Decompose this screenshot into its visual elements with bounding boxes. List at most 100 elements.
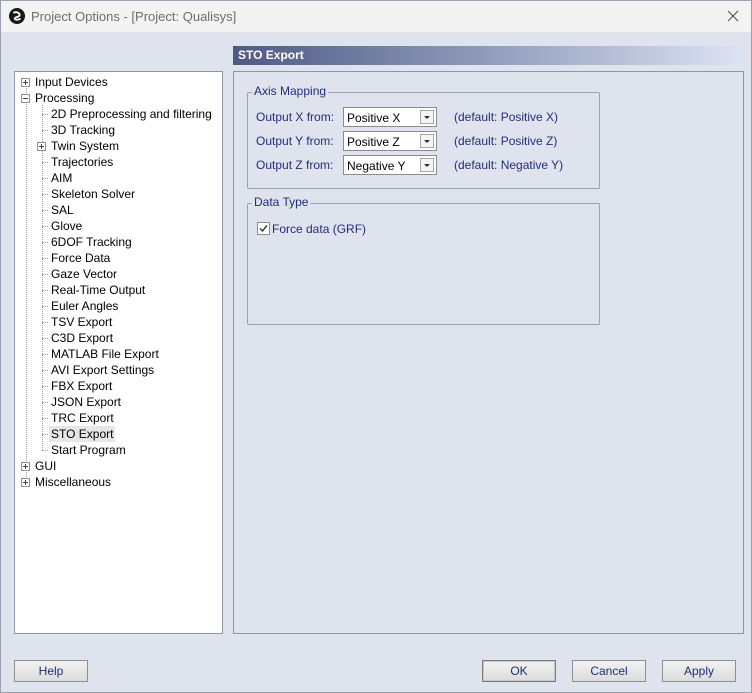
tree-item[interactable]: STO Export <box>42 426 116 442</box>
tree-item[interactable]: 2D Preprocessing and filtering <box>42 106 214 122</box>
tree-connector <box>42 114 48 115</box>
tree-item[interactable]: 3D Tracking <box>42 122 117 138</box>
tree-item-label: 6DOF Tracking <box>51 235 132 249</box>
tree-connector <box>42 274 48 275</box>
chevron-down-icon[interactable] <box>420 110 434 124</box>
checkmark-icon <box>259 225 268 233</box>
tree-item-label: Real-Time Output <box>51 283 146 297</box>
tree-item-label: Input Devices <box>35 75 108 89</box>
tree-item[interactable]: Gaze Vector <box>42 266 119 282</box>
tree-connector <box>42 162 48 163</box>
tree-item-label: C3D Export <box>51 331 114 345</box>
close-icon[interactable] <box>719 1 749 31</box>
data-type-title: Data Type <box>252 195 311 209</box>
window-title: Project Options - [Project: Qualisys] <box>31 9 237 24</box>
tree-connector <box>42 306 48 307</box>
output-z-label: Output Z from: <box>256 158 334 172</box>
tree-item-label: Processing <box>35 91 95 105</box>
tree-connector <box>42 226 48 227</box>
axis-mapping-title: Axis Mapping <box>252 84 329 98</box>
output-y-value: Positive Z <box>347 135 400 149</box>
tree-connector <box>42 434 48 435</box>
tree-item-label: Trajectories <box>51 155 114 169</box>
tree-item-label: Force Data <box>51 251 111 265</box>
tree-item-label: Euler Angles <box>51 299 119 313</box>
tree-item-label: AIM <box>51 171 73 185</box>
tree-item[interactable]: Processing <box>21 90 96 106</box>
expand-icon[interactable] <box>37 142 46 151</box>
options-tree[interactable]: Input Devices Processing 2D Preprocessing … <box>14 71 223 634</box>
tree-item[interactable]: AIM <box>42 170 74 186</box>
tree-connector <box>42 258 48 259</box>
output-x-dropdown[interactable]: Positive X <box>343 107 437 127</box>
tree-connector <box>42 370 48 371</box>
output-z-default: (default: Negative Y) <box>454 158 564 172</box>
tree-item-label: Glove <box>51 219 83 233</box>
title-bar: Project Options - [Project: Qualisys] <box>1 1 751 33</box>
tree-item[interactable]: FBX Export <box>42 378 114 394</box>
tree-item[interactable]: Skeleton Solver <box>42 186 137 202</box>
tree-connector <box>42 402 48 403</box>
tree-item[interactable]: Miscellaneous <box>21 474 113 490</box>
tree-connector <box>42 194 48 195</box>
output-x-default: (default: Positive X) <box>454 110 559 124</box>
tree-item[interactable]: GUI <box>21 458 58 474</box>
force-data-label[interactable]: Force data (GRF) <box>272 222 366 236</box>
tree-item[interactable]: 6DOF Tracking <box>42 234 134 250</box>
output-z-dropdown[interactable]: Negative Y <box>343 155 437 175</box>
tree-item[interactable]: Input Devices <box>21 74 110 90</box>
expand-icon[interactable] <box>21 78 30 87</box>
apply-button[interactable]: Apply <box>662 660 736 682</box>
tree-item[interactable]: MATLAB File Export <box>42 346 161 362</box>
help-button[interactable]: Help <box>14 660 88 682</box>
tree-connector <box>42 386 48 387</box>
tree-item[interactable]: Twin System <box>37 138 121 154</box>
tree-item[interactable]: TRC Export <box>42 410 116 426</box>
tree-connector <box>42 450 48 451</box>
tree-item[interactable]: Force Data <box>42 250 112 266</box>
qualisys-app-icon <box>9 8 25 24</box>
project-options-window: Project Options - [Project: Qualisys] In… <box>0 0 752 693</box>
tree-connector <box>42 354 48 355</box>
tree-item-label: Start Program <box>51 443 126 457</box>
tree-connector <box>42 210 48 211</box>
tree-connector <box>42 338 48 339</box>
tree-item-label: JSON Export <box>51 395 122 409</box>
pane-title: STO Export <box>238 48 304 62</box>
tree-item[interactable]: SAL <box>42 202 76 218</box>
tree-item[interactable]: Real-Time Output <box>42 282 147 298</box>
tree-item[interactable]: JSON Export <box>42 394 123 410</box>
output-y-dropdown[interactable]: Positive Z <box>343 131 437 151</box>
tree-item-label: 3D Tracking <box>51 123 116 137</box>
tree-item-label: GUI <box>35 459 57 473</box>
cancel-button[interactable]: Cancel <box>572 660 646 682</box>
tree-item[interactable]: AVI Export Settings <box>42 362 156 378</box>
ok-button[interactable]: OK <box>482 660 556 682</box>
tree-item-label: MATLAB File Export <box>51 347 159 361</box>
expand-icon[interactable] <box>21 462 30 471</box>
tree-item-label: AVI Export Settings <box>51 363 155 377</box>
output-x-label: Output X from: <box>256 110 335 124</box>
tree-item[interactable]: Euler Angles <box>42 298 120 314</box>
tree-item[interactable]: C3D Export <box>42 330 115 346</box>
tree-item[interactable]: TSV Export <box>42 314 114 330</box>
tree-item-label: STO Export <box>49 426 116 442</box>
chevron-down-icon[interactable] <box>420 158 434 172</box>
tree-item[interactable]: Glove <box>42 218 84 234</box>
tree-connector <box>42 178 48 179</box>
output-y-label: Output Y from: <box>256 134 334 148</box>
force-data-checkbox[interactable] <box>257 222 270 235</box>
tree-item[interactable]: Start Program <box>42 442 128 458</box>
collapse-icon[interactable] <box>21 94 30 103</box>
output-x-value: Positive X <box>347 111 401 125</box>
output-y-default: (default: Positive Z) <box>454 134 558 148</box>
pane-header: STO Export <box>233 46 743 65</box>
tree-item[interactable]: Trajectories <box>42 154 115 170</box>
chevron-down-icon[interactable] <box>420 134 434 148</box>
output-z-value: Negative Y <box>347 159 406 173</box>
tree-connector <box>42 290 48 291</box>
expand-icon[interactable] <box>21 478 30 487</box>
tree-item-label: TRC Export <box>51 411 114 425</box>
tree-item-label: Twin System <box>51 139 120 153</box>
tree-item-label: Gaze Vector <box>51 267 118 281</box>
